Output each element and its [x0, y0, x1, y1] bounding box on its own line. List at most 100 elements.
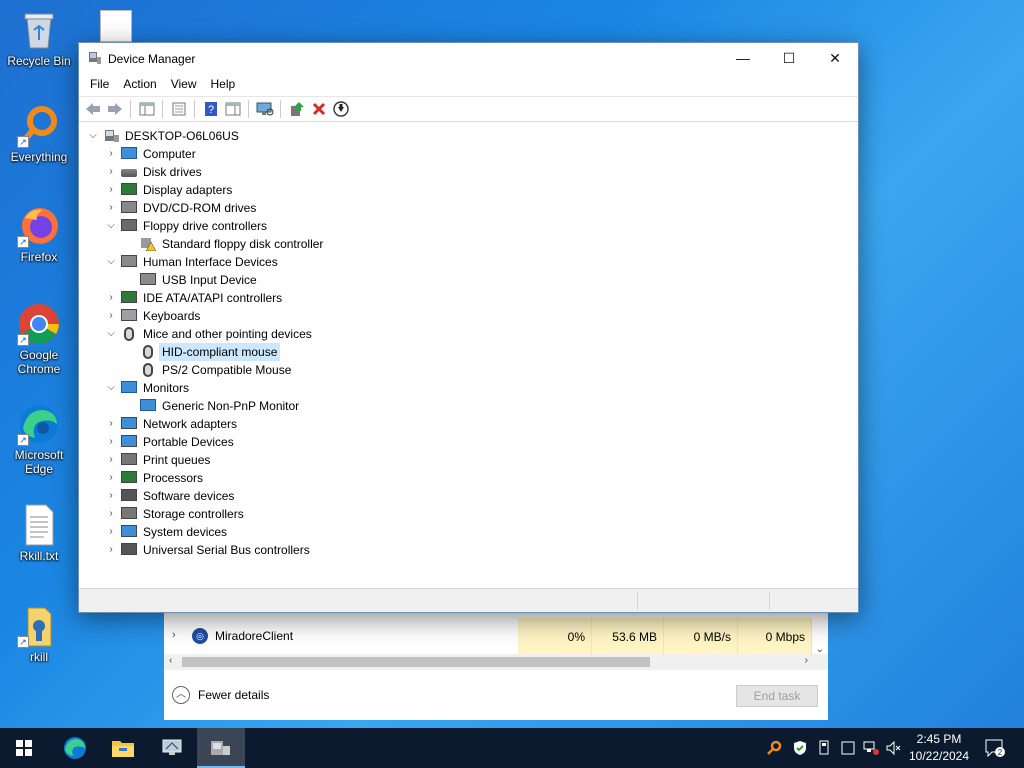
tree-node[interactable]: › System devices — [79, 523, 858, 541]
everything-search-icon: ↗ — [17, 104, 61, 148]
desktop-icon-firefox[interactable]: ↗ Firefox — [4, 204, 74, 264]
desktop-icon-rkill-txt[interactable]: Rkill.txt — [4, 503, 74, 563]
update-driver-icon[interactable] — [287, 100, 306, 119]
desktop-icon-recycle-bin[interactable]: Recycle Bin — [4, 8, 74, 68]
scroll-right-arrow-icon[interactable]: › — [805, 655, 808, 666]
mouse-icon — [124, 327, 134, 341]
title-bar[interactable]: Device Manager — ☐ ✕ — [79, 43, 858, 74]
chevron-right-icon[interactable]: › — [105, 469, 117, 487]
desktop-icon-rkill[interactable]: ↗ rkill — [4, 604, 74, 664]
tree-node[interactable]: › Software devices — [79, 487, 858, 505]
tree-node[interactable]: › Display adapters — [79, 181, 858, 199]
chevron-right-icon[interactable]: › — [105, 289, 117, 307]
tray-tablet[interactable] — [838, 728, 858, 768]
tree-node[interactable]: › IDE ATA/ATAPI controllers — [79, 289, 858, 307]
chevron-right-icon[interactable]: › — [105, 451, 117, 469]
menu-file[interactable]: File — [83, 74, 116, 96]
notification-center-button[interactable]: 2 — [980, 728, 1010, 768]
minimize-button[interactable]: — — [720, 43, 766, 74]
tree-node[interactable]: › Universal Serial Bus controllers — [79, 541, 858, 559]
tree-node[interactable]: Generic Non-PnP Monitor — [79, 397, 858, 415]
chevron-right-icon[interactable]: › — [105, 523, 117, 541]
chevron-right-icon[interactable]: › — [105, 163, 117, 181]
menu-help[interactable]: Help — [204, 74, 243, 96]
horizontal-scrollbar[interactable]: ‹ › — [164, 654, 828, 670]
taskbar-remote-desktop[interactable] — [148, 728, 196, 768]
tree-node[interactable]: › Network adapters — [79, 415, 858, 433]
tray-volume[interactable] — [884, 728, 904, 768]
svg-text:?: ? — [207, 104, 213, 116]
chevron-down-icon[interactable]: ⌵ — [105, 217, 117, 235]
menu-view[interactable]: View — [164, 74, 204, 96]
tree-node[interactable]: › Computer — [79, 145, 858, 163]
tray-security[interactable] — [790, 728, 810, 768]
tablet-icon — [841, 741, 855, 755]
chevron-down-icon[interactable]: ⌵ — [105, 325, 117, 343]
clock[interactable]: 2:45 PM 10/22/2024 — [904, 731, 974, 765]
chevron-right-icon[interactable]: › — [105, 415, 117, 433]
dvd-drive-icon — [121, 201, 137, 213]
taskbar-device-manager[interactable] — [197, 728, 245, 768]
tree-root[interactable]: ⌵ DESKTOP-O6L06US — [79, 127, 858, 145]
process-row[interactable]: › ◎ MiradoreClient 0% 53.6 MB 0 MB/s 0 M… — [164, 618, 828, 656]
chevron-right-icon[interactable]: › — [105, 181, 117, 199]
chevron-right-icon[interactable]: › — [105, 487, 117, 505]
tree-node[interactable]: USB Input Device — [79, 271, 858, 289]
tree-node[interactable]: › Portable Devices — [79, 433, 858, 451]
chevron-right-icon[interactable]: › — [105, 541, 117, 559]
tree-node[interactable]: ⌵ Monitors — [79, 379, 858, 397]
close-button[interactable]: ✕ — [812, 43, 858, 74]
network-adapter-icon — [121, 417, 137, 429]
menu-action[interactable]: Action — [116, 74, 163, 96]
taskbar-edge[interactable] — [51, 728, 99, 768]
end-task-button[interactable]: End task — [736, 685, 818, 707]
process-name: MiradoreClient — [215, 629, 294, 643]
tree-node[interactable]: › Disk drives — [79, 163, 858, 181]
chevron-right-icon[interactable]: › — [105, 145, 117, 163]
chevron-right-icon[interactable]: › — [105, 307, 117, 325]
start-button[interactable] — [0, 728, 48, 768]
forward-arrow-icon[interactable] — [105, 100, 124, 119]
uninstall-device-icon[interactable] — [309, 100, 328, 119]
disable-device-icon[interactable] — [331, 100, 350, 119]
tree-node[interactable]: ⌵ Floppy drive controllers — [79, 217, 858, 235]
tree-node[interactable]: ⌵ Mice and other pointing devices — [79, 325, 858, 343]
text-file-icon — [17, 503, 61, 547]
maximize-button[interactable]: ☐ — [766, 43, 812, 74]
tray-everything[interactable] — [764, 728, 784, 768]
taskbar-file-explorer[interactable] — [99, 728, 147, 768]
text-file-icon[interactable] — [100, 10, 132, 42]
fewer-details-button[interactable]: ︿ Fewer details — [172, 686, 269, 704]
chevron-right-icon[interactable]: › — [105, 433, 117, 451]
tree-node-label: Universal Serial Bus controllers — [143, 543, 310, 557]
chevron-right-icon[interactable]: › — [172, 629, 176, 641]
scan-hardware-icon[interactable] — [255, 100, 274, 119]
tree-node[interactable]: › DVD/CD-ROM drives — [79, 199, 858, 217]
tray-usb[interactable] — [814, 728, 834, 768]
help-icon[interactable]: ? — [201, 100, 220, 119]
tree-node[interactable]: › Print queues — [79, 451, 858, 469]
chevron-down-icon[interactable]: ⌵ — [105, 379, 117, 397]
show-hide-tree-icon[interactable] — [137, 100, 156, 119]
chevron-right-icon[interactable]: › — [105, 199, 117, 217]
chevron-down-icon[interactable]: ⌵ — [105, 253, 117, 271]
tree-node[interactable]: › Keyboards — [79, 307, 858, 325]
scrollbar-thumb[interactable] — [182, 657, 650, 667]
scroll-left-arrow-icon[interactable]: ‹ — [169, 655, 172, 666]
tree-node[interactable]: HID-compliant mouse — [79, 343, 858, 361]
tray-network[interactable] — [861, 728, 881, 768]
back-arrow-icon[interactable] — [83, 100, 102, 119]
tree-node[interactable]: › Processors — [79, 469, 858, 487]
desktop-icon-edge[interactable]: ↗ Microsoft Edge — [4, 402, 74, 476]
chevron-right-icon[interactable]: › — [105, 505, 117, 523]
properties-icon[interactable] — [169, 100, 188, 119]
desktop-icon-everything[interactable]: ↗ Everything — [4, 104, 74, 164]
tree-node[interactable]: PS/2 Compatible Mouse — [79, 361, 858, 379]
action-pane-icon[interactable] — [223, 100, 242, 119]
printer-icon — [121, 453, 137, 465]
chevron-down-icon[interactable]: ⌵ — [87, 127, 99, 145]
desktop-icon-chrome[interactable]: ↗ Google Chrome — [4, 302, 74, 376]
tree-node[interactable]: Standard floppy disk controller — [79, 235, 858, 253]
tree-node[interactable]: ⌵ Human Interface Devices — [79, 253, 858, 271]
tree-node[interactable]: › Storage controllers — [79, 505, 858, 523]
